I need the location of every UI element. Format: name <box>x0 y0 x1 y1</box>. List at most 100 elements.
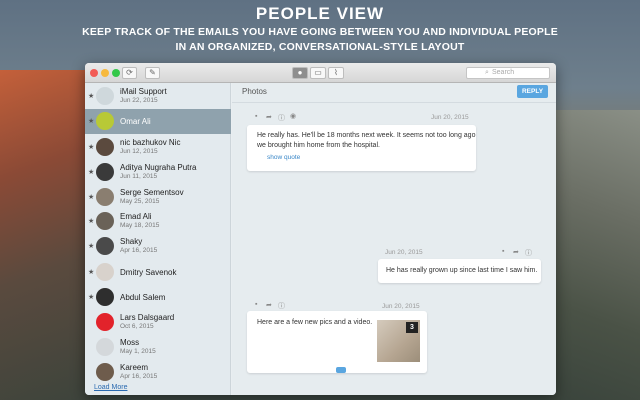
star-icon[interactable]: ★ <box>88 92 94 100</box>
message-text-line1: He really has. He'll be 18 months next w… <box>257 132 476 139</box>
person-row-nic-bazhukov[interactable]: ★ nic bazhukov Nic Jun 12, 2015 <box>85 135 231 160</box>
star-icon[interactable]: ★ <box>88 242 94 250</box>
message-text: Here are a few new pics and a video. <box>257 319 373 326</box>
person-row-imail-support[interactable]: ★ iMail Support Jun 22, 2015 <box>85 84 231 109</box>
compose-icon: ✎ <box>149 68 156 77</box>
archive-icon[interactable]: ▪ <box>502 248 504 255</box>
person-name: Omar Ali <box>120 117 151 126</box>
avatar <box>96 288 114 306</box>
person-date: Jun 22, 2015 <box>120 97 158 104</box>
minimize-window-button[interactable] <box>101 69 109 77</box>
person-row-abdul-salem[interactable]: ★ Abdul Salem <box>85 285 231 310</box>
load-more-link[interactable]: Load More <box>94 384 127 391</box>
info-icon[interactable]: ⓘ <box>278 113 285 123</box>
person-row-lars-dalsgaard[interactable]: Lars Dalsgaard Oct 6, 2015 <box>85 310 231 335</box>
person-date: Apr 16, 2015 <box>120 373 158 380</box>
person-name: Abdul Salem <box>120 293 166 302</box>
refresh-icon: ⟳ <box>126 68 133 77</box>
avatar <box>96 188 114 206</box>
person-icon: ● <box>297 68 303 77</box>
person-name: iMail Support <box>120 87 167 96</box>
star-icon[interactable]: ★ <box>88 268 94 276</box>
message-date: Jun 20, 2015 <box>385 249 423 256</box>
person-row-serge-sementsov[interactable]: ★ Serge Sementsov May 25, 2015 <box>85 185 231 210</box>
star-icon[interactable]: ★ <box>88 193 94 201</box>
person-name: Lars Dalsgaard <box>120 313 175 322</box>
star-icon[interactable]: ★ <box>88 217 94 225</box>
banner-subtitle-line2: IN AN ORGANIZED, CONVERSATIONAL-STYLE LA… <box>175 41 465 53</box>
avatar <box>96 212 114 230</box>
person-name: nic bazhukov Nic <box>120 138 181 147</box>
person-row-shaky[interactable]: ★ Shaky Apr 16, 2015 <box>85 234 231 259</box>
search-placeholder: Search <box>492 69 515 76</box>
person-row-moss[interactable]: Moss May 1, 2015 <box>85 335 231 360</box>
person-date: Oct 6, 2015 <box>120 323 154 330</box>
star-icon[interactable]: ★ <box>88 293 94 301</box>
message-bubble-incoming[interactable]: Here are a few new pics and a video. 3 <box>247 311 427 373</box>
background-mountain-left <box>0 70 90 400</box>
star-icon[interactable]: ★ <box>88 168 94 176</box>
avatar <box>96 313 114 331</box>
message-bubble-outgoing[interactable]: He has really grown up since last time I… <box>378 259 541 283</box>
person-date: May 25, 2015 <box>120 198 160 205</box>
message-text: He has really grown up since last time I… <box>386 267 538 274</box>
avatar <box>96 87 114 105</box>
archive-icon[interactable]: ▪ <box>255 113 257 120</box>
avatar <box>96 363 114 381</box>
person-row-kareem[interactable]: Kareem Apr 16, 2015 <box>85 360 231 385</box>
app-window: ⟳ ✎ ● ▭ ⌇ ⌕ Search ★ iMail Support Jun 2… <box>85 63 556 395</box>
attachment-count-badge: 3 <box>406 322 418 333</box>
forward-icon[interactable]: ➦ <box>513 248 519 256</box>
close-window-button[interactable] <box>90 69 98 77</box>
forward-icon[interactable]: ➦ <box>266 113 272 121</box>
tray-icon: ▭ <box>314 68 322 77</box>
archive-icon[interactable]: ▪ <box>255 301 257 308</box>
person-name: Shaky <box>120 237 143 246</box>
attachments-view-button[interactable]: ⌇ <box>328 67 344 79</box>
show-quote-link[interactable]: show quote <box>267 154 300 161</box>
star-icon[interactable]: ★ <box>88 117 94 125</box>
forward-icon[interactable]: ➦ <box>266 301 272 309</box>
person-row-dmitry-savenok[interactable]: ★ Dmitry Savenok <box>85 260 231 285</box>
person-name: Emad Ali <box>120 212 152 221</box>
people-view-button[interactable]: ● <box>292 67 308 79</box>
paperclip-icon: ⌇ <box>334 68 338 77</box>
avatar <box>96 263 114 281</box>
reply-button[interactable]: REPLY <box>517 85 548 98</box>
banner-title: PEOPLE VIEW <box>255 4 385 23</box>
person-row-emad-ali[interactable]: ★ Emad Ali May 18, 2015 <box>85 209 231 234</box>
avatar <box>96 163 114 181</box>
compose-button[interactable]: ✎ <box>145 67 160 79</box>
info-icon[interactable]: ⓘ <box>278 301 285 311</box>
title-bar: ⟳ ✎ ● ▭ ⌇ ⌕ Search <box>85 63 556 83</box>
message-date: Jun 20, 2015 <box>431 114 469 121</box>
person-row-aditya-nugraha-putra[interactable]: ★ Aditya Nugraha Putra Jun 11, 2015 <box>85 160 231 185</box>
message-bubble-incoming[interactable]: He really has. He'll be 18 months next w… <box>247 125 476 171</box>
person-date: Apr 16, 2015 <box>120 247 158 254</box>
background-mountain-right <box>550 110 640 400</box>
person-name: Aditya Nugraha Putra <box>120 163 197 172</box>
message-text-line2: we brought him home from the hospital. <box>257 142 380 149</box>
person-name: Moss <box>120 338 140 347</box>
person-date: Jun 12, 2015 <box>120 148 158 155</box>
banner-subtitle-line1: KEEP TRACK OF THE EMAILS YOU HAVE GOING … <box>82 26 558 38</box>
refresh-button[interactable]: ⟳ <box>122 67 137 79</box>
message-date: Jun 20, 2015 <box>382 303 420 310</box>
person-date: Jun 11, 2015 <box>120 173 158 180</box>
avatar <box>96 237 114 255</box>
zoom-window-button[interactable] <box>112 69 120 77</box>
photo-attachment-thumbnail[interactable]: 3 <box>377 320 420 362</box>
conversation-subject: Photos <box>242 87 267 96</box>
person-name: Kareem <box>120 363 149 372</box>
more-dots-icon[interactable] <box>336 367 346 373</box>
eye-icon[interactable]: ◉ <box>290 112 296 120</box>
person-name: Serge Sementsov <box>120 188 184 197</box>
inbox-view-button[interactable]: ▭ <box>310 67 326 79</box>
person-name: Dmitry Savenok <box>120 268 177 277</box>
person-date: May 1, 2015 <box>120 348 156 355</box>
person-row-omar-ali[interactable]: ★ Omar Ali <box>85 109 231 134</box>
info-icon[interactable]: ⓘ <box>525 248 532 258</box>
search-input[interactable]: ⌕ Search <box>466 67 550 79</box>
conversation-header: Photos REPLY <box>232 83 556 103</box>
star-icon[interactable]: ★ <box>88 143 94 151</box>
